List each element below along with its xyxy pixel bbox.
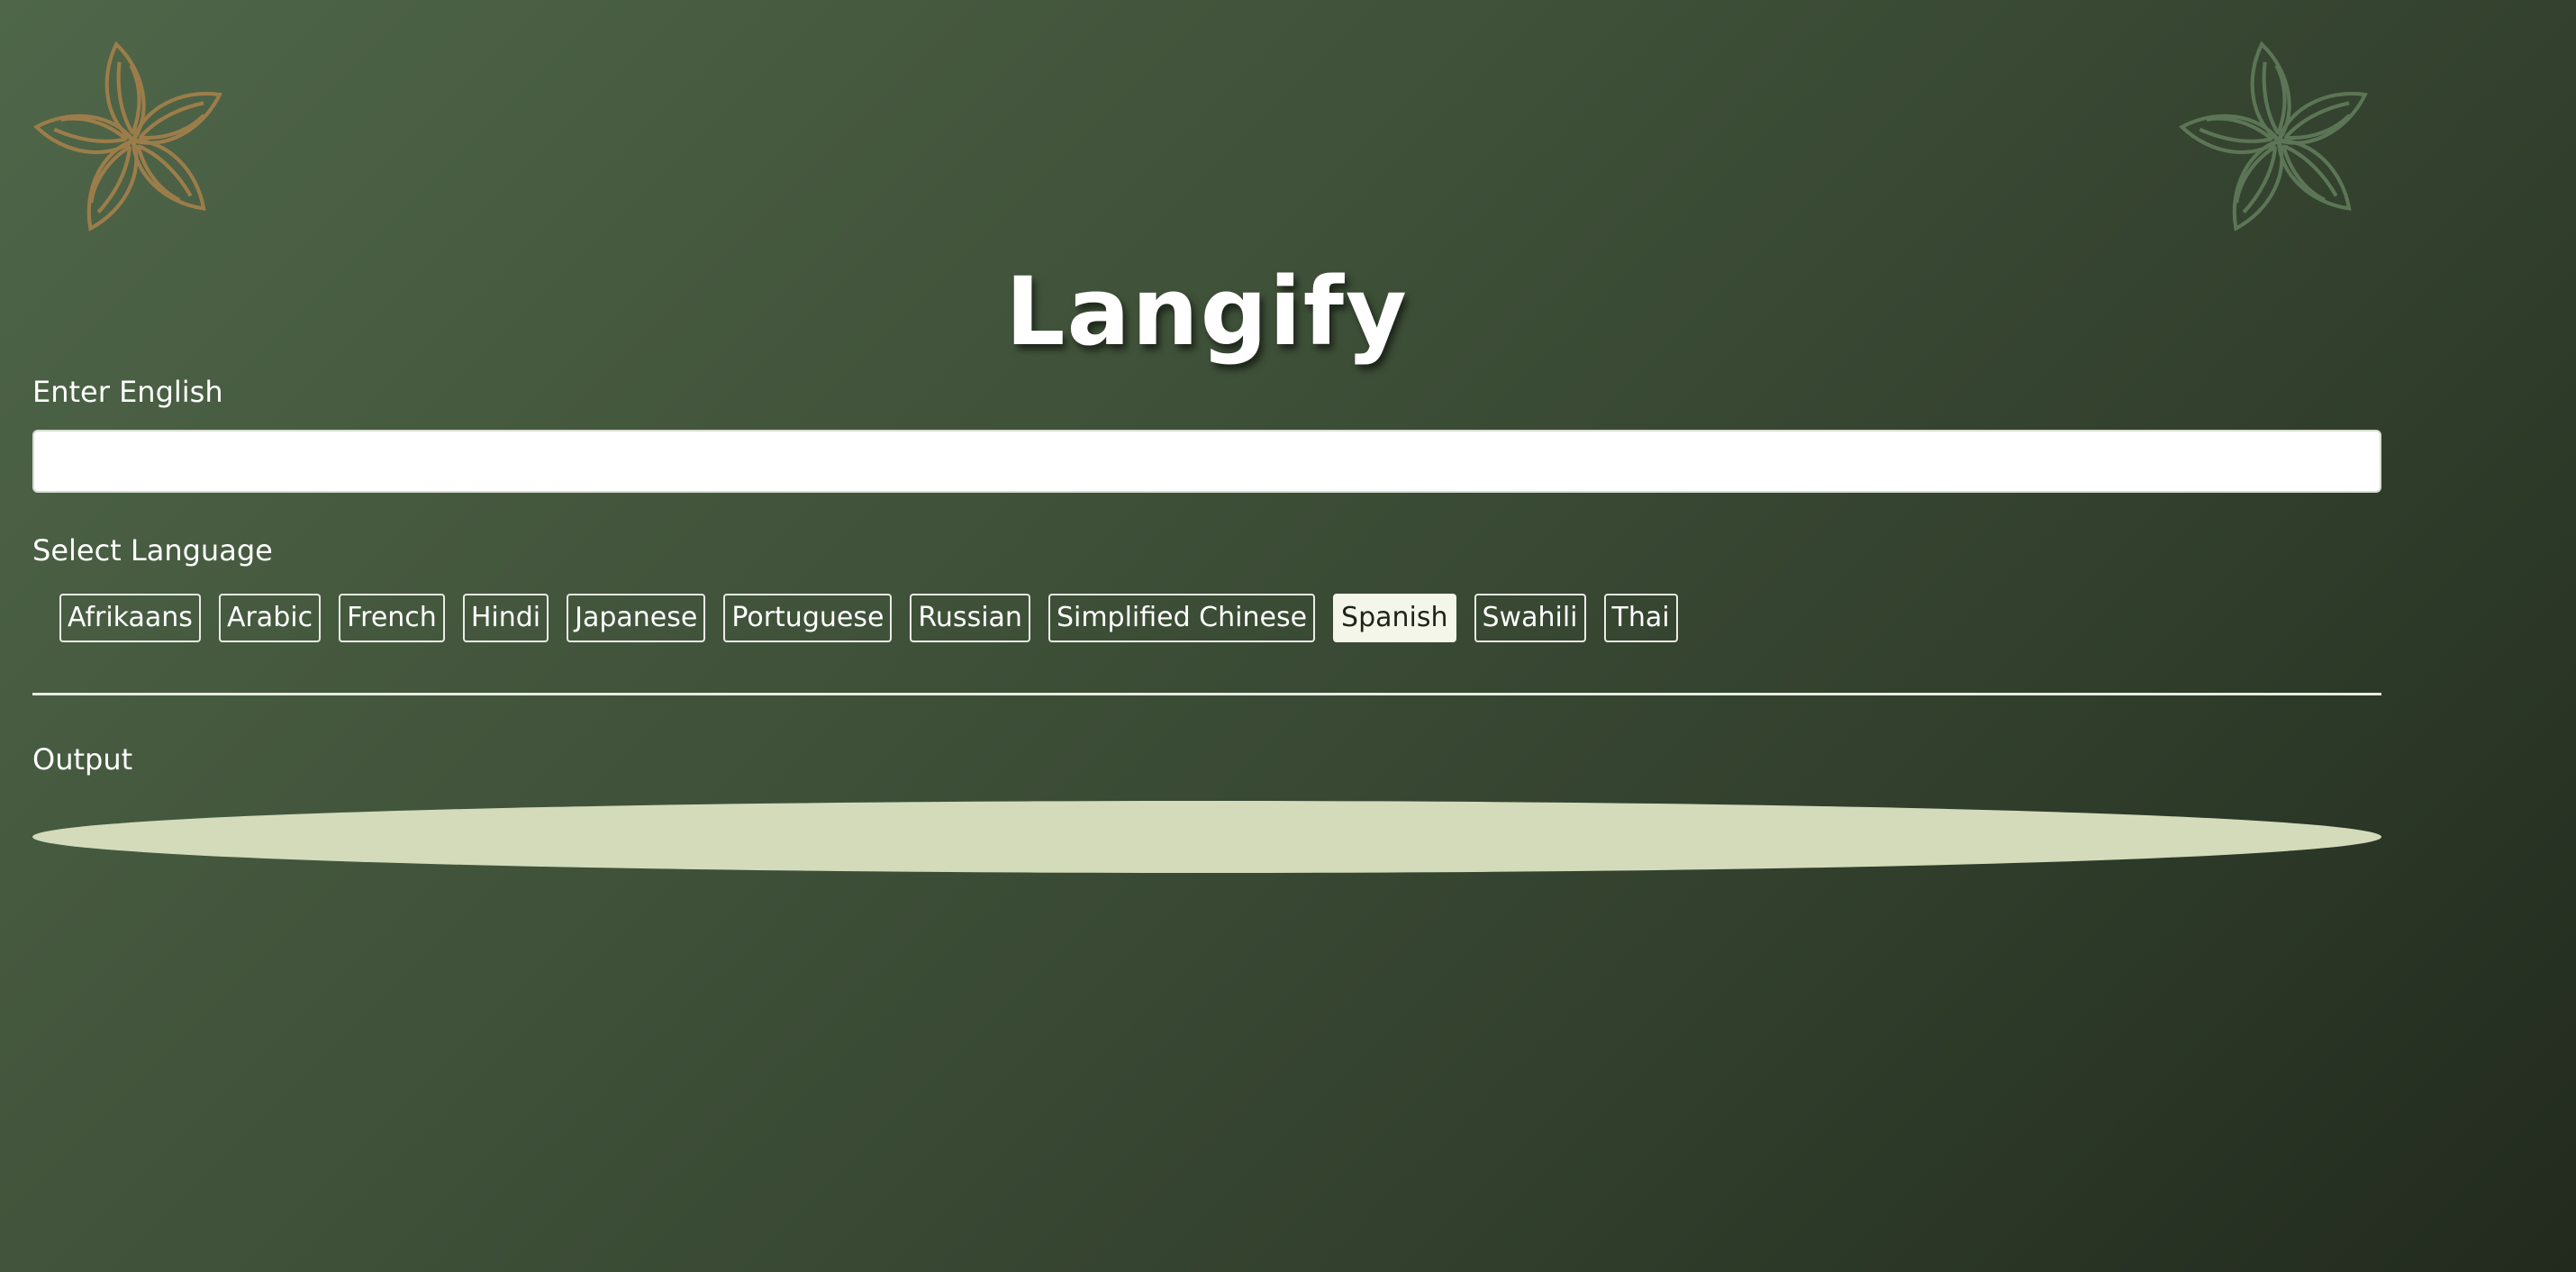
section-divider [32, 693, 2381, 695]
flower-icon [27, 34, 240, 247]
language-button-hindi[interactable]: Hindi [462, 594, 549, 642]
language-button-group: Afrikaans Arabic French Hindi Japanese P… [59, 594, 1678, 642]
page-title: Langify [1005, 257, 1409, 367]
english-text-input[interactable] [32, 430, 2381, 493]
language-button-simplified-chinese[interactable]: Simplified Chinese [1048, 594, 1316, 642]
language-button-portuguese[interactable]: Portuguese [723, 594, 893, 642]
output-label: Output [32, 742, 133, 777]
language-button-russian[interactable]: Russian [910, 594, 1030, 642]
flower-icon [2172, 34, 2385, 247]
language-select-label: Select Language [32, 533, 273, 568]
language-button-french[interactable]: French [339, 594, 445, 642]
language-button-japanese[interactable]: Japanese [567, 594, 706, 642]
language-button-thai[interactable]: Thai [1603, 594, 1678, 642]
language-button-afrikaans[interactable]: Afrikaans [59, 594, 201, 642]
output-display [32, 801, 2381, 873]
language-button-arabic[interactable]: Arabic [218, 594, 322, 642]
input-label: Enter English [32, 375, 223, 409]
language-button-swahili[interactable]: Swahili [1474, 594, 1586, 642]
language-button-spanish[interactable]: Spanish [1333, 594, 1456, 642]
